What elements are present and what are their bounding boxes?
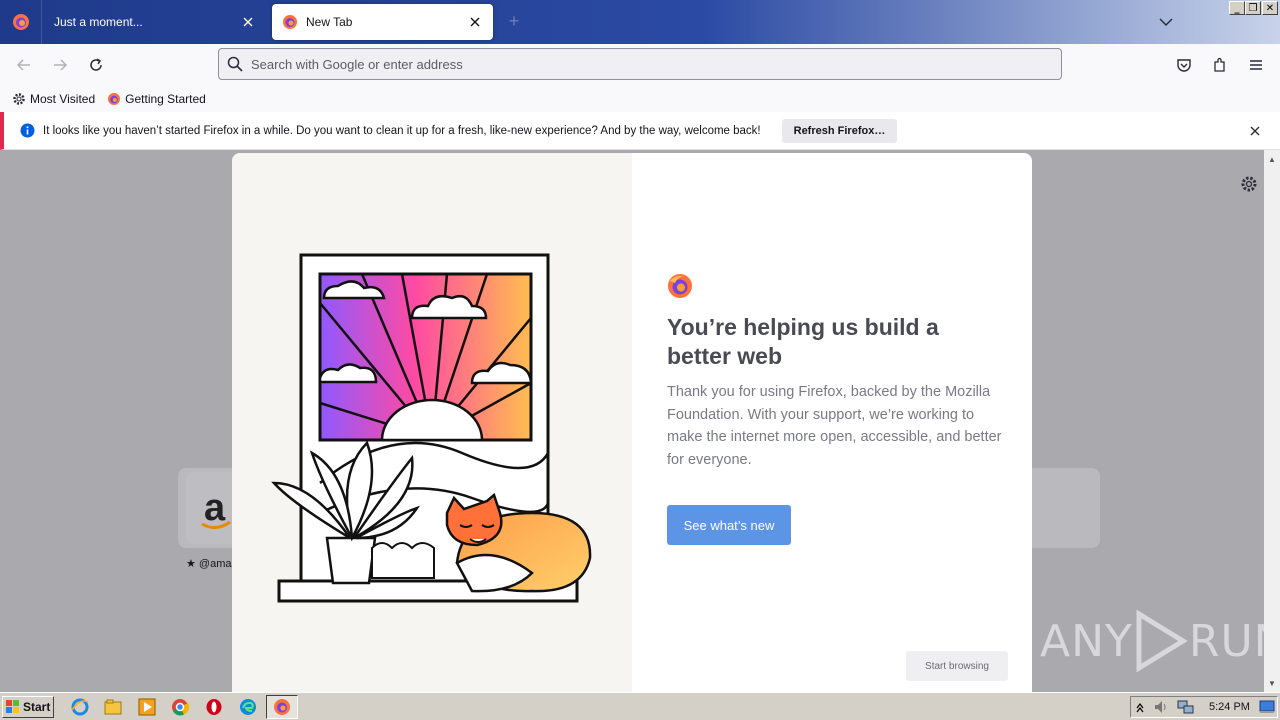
start-label: Start bbox=[23, 699, 51, 714]
bookmark-most-visited[interactable]: Most Visited bbox=[12, 92, 95, 106]
play-icon bbox=[1136, 610, 1188, 672]
modal-text-panel: You’re helping us build a better web Tha… bbox=[632, 153, 1032, 692]
refresh-notification-bar: It looks like you haven’t started Firefo… bbox=[0, 112, 1280, 150]
close-icon[interactable] bbox=[467, 14, 483, 30]
firefox-icon[interactable] bbox=[272, 697, 292, 717]
new-tab-plus-icon[interactable]: + bbox=[505, 12, 523, 30]
forward-arrow-icon bbox=[54, 59, 68, 71]
bookmark-label: Most Visited bbox=[30, 92, 96, 106]
windows-logo-icon bbox=[6, 699, 19, 713]
reload-icon bbox=[90, 58, 102, 71]
hamburger-menu-icon bbox=[1250, 60, 1262, 70]
firefox-icon bbox=[667, 273, 693, 302]
vertical-scrollbar[interactable]: ▲ ▼ bbox=[1264, 150, 1280, 692]
info-icon bbox=[20, 123, 35, 138]
tab-strip: Just a moment... New Tab + _ ❐ ✕ bbox=[0, 0, 1280, 44]
start-browsing-button[interactable]: Start browsing bbox=[906, 651, 1008, 681]
welcome-back-modal: You’re helping us build a better web Tha… bbox=[232, 153, 1032, 692]
scroll-down-icon[interactable]: ▼ bbox=[1264, 676, 1280, 690]
pocket-icon bbox=[1177, 59, 1191, 72]
pocket-button[interactable] bbox=[1172, 53, 1196, 77]
top-site-label: ★ @ama bbox=[186, 558, 232, 570]
tab-just-a-moment[interactable]: Just a moment... bbox=[44, 4, 266, 40]
gear-icon bbox=[13, 93, 25, 105]
bookmarks-toolbar: Most Visited Getting Started bbox=[0, 86, 1280, 112]
see-whats-new-button[interactable]: See what’s new bbox=[667, 505, 791, 545]
navigation-toolbar bbox=[0, 44, 1280, 86]
tab-new-tab[interactable]: New Tab bbox=[272, 4, 493, 40]
firefox-icon bbox=[108, 93, 121, 105]
url-input[interactable] bbox=[251, 56, 1031, 72]
tab-title: New Tab bbox=[306, 15, 353, 29]
start-button[interactable]: Start bbox=[2, 695, 54, 718]
app-menu-button[interactable] bbox=[1244, 53, 1268, 77]
svg-text:a: a bbox=[204, 487, 226, 529]
firefox-view-button[interactable] bbox=[0, 0, 42, 44]
bookmark-label: Getting Started bbox=[125, 92, 206, 106]
minimize-button[interactable]: _ bbox=[1229, 1, 1245, 15]
window-fox-illustration bbox=[271, 253, 592, 603]
watermark-left: ANY bbox=[1040, 615, 1133, 667]
bookmark-getting-started[interactable]: Getting Started bbox=[107, 92, 206, 106]
volume-icon[interactable] bbox=[1153, 699, 1169, 718]
firefox-icon bbox=[12, 14, 29, 30]
taskbar-clock: 5:24 PM bbox=[1209, 701, 1250, 713]
url-bar[interactable] bbox=[218, 48, 1062, 80]
windows-taskbar: Start 5:24 PM bbox=[0, 692, 1280, 720]
system-tray: 5:24 PM bbox=[1130, 696, 1278, 718]
tab-title: Just a moment... bbox=[54, 15, 143, 29]
close-window-button[interactable]: ✕ bbox=[1262, 1, 1278, 15]
gear-icon[interactable] bbox=[1240, 175, 1258, 193]
anyrun-watermark: ANY RUN bbox=[1040, 610, 1280, 672]
explorer-icon[interactable] bbox=[103, 697, 123, 717]
search-icon bbox=[227, 56, 243, 72]
new-tab-page: a ★ @ama ANY RUN ▲ ▼ You’re helping us b… bbox=[0, 150, 1280, 692]
show-desktop-icon[interactable] bbox=[1259, 700, 1275, 717]
notification-message: It looks like you haven’t started Firefo… bbox=[43, 124, 761, 137]
restore-button[interactable]: ❐ bbox=[1245, 1, 1261, 15]
firefox-icon bbox=[283, 15, 297, 29]
tray-expand-icon[interactable] bbox=[1135, 700, 1145, 717]
media-player-icon[interactable] bbox=[137, 697, 157, 717]
opera-icon[interactable] bbox=[204, 697, 224, 717]
modal-illustration-panel bbox=[232, 153, 632, 692]
extensions-button[interactable] bbox=[1208, 53, 1232, 77]
modal-body-text: Thank you for using Firefox, backed by t… bbox=[667, 384, 1002, 468]
reload-button[interactable] bbox=[84, 53, 108, 77]
close-icon[interactable] bbox=[240, 14, 256, 30]
chrome-icon[interactable] bbox=[170, 697, 190, 717]
chevron-down-icon[interactable] bbox=[1157, 13, 1175, 31]
ie-icon[interactable] bbox=[70, 697, 90, 717]
refresh-firefox-button[interactable]: Refresh Firefox… bbox=[781, 118, 898, 143]
network-icon[interactable] bbox=[1177, 699, 1195, 718]
modal-headline: You’re helping us build a better web bbox=[667, 314, 939, 369]
forward-button[interactable] bbox=[48, 53, 72, 77]
scroll-up-icon[interactable]: ▲ bbox=[1264, 152, 1280, 166]
back-button[interactable] bbox=[12, 53, 36, 77]
back-arrow-icon bbox=[16, 59, 30, 71]
edge-icon[interactable] bbox=[238, 697, 258, 717]
puzzle-icon bbox=[1214, 57, 1225, 72]
close-icon[interactable] bbox=[1248, 124, 1262, 138]
